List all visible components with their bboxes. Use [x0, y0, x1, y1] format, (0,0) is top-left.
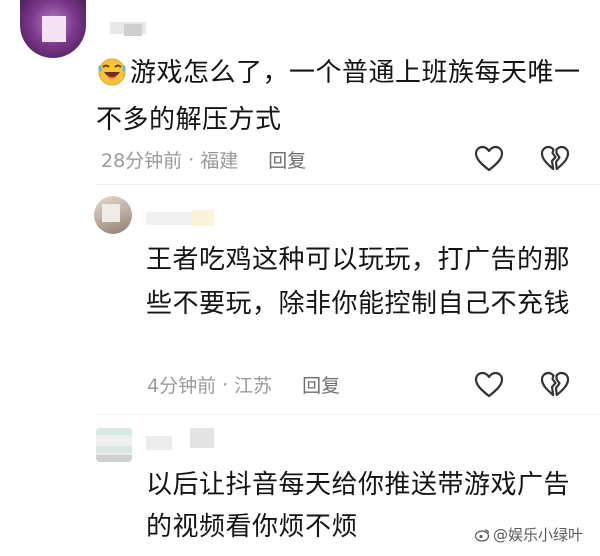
heart-icon	[474, 371, 504, 398]
comment-text: 游戏怎么了，一个普通上班族每天唯一不多的解压方式	[96, 52, 586, 141]
watermark: @娱乐小绿叶	[470, 523, 586, 546]
comment-feed: 游戏怎么了，一个普通上班族每天唯一不多的解压方式 28分钟前 · 福建 回复 王…	[0, 0, 600, 556]
comment-time: 4分钟前	[147, 375, 217, 397]
avatar-mosaic	[42, 16, 66, 42]
avatar-mosaic	[96, 428, 132, 435]
heart-icon	[474, 145, 504, 172]
comment-body: 王者吃鸡这种可以玩玩，打广告的那些不要玩，除非你能控制自己不充钱	[146, 245, 571, 319]
divider	[96, 414, 600, 415]
divider	[96, 184, 600, 185]
reply-button[interactable]: 回复	[268, 146, 306, 173]
avatar[interactable]	[96, 428, 132, 462]
meta-separator: ·	[188, 148, 195, 171]
broken-heart-icon	[540, 145, 570, 171]
dislike-button[interactable]	[540, 144, 570, 174]
like-button[interactable]	[474, 370, 504, 400]
meta-separator: ·	[222, 373, 229, 396]
username-mosaic	[190, 428, 214, 448]
comment-body: 游戏怎么了，一个普通上班族每天唯一不多的解压方式	[96, 58, 581, 135]
avatar[interactable]	[94, 196, 132, 234]
comment-text: 王者吃鸡这种可以玩玩，打广告的那些不要玩，除非你能控制自己不充钱	[146, 238, 586, 326]
weibo-like-icon	[474, 528, 490, 542]
avatar[interactable]	[20, 0, 86, 58]
comment-location: 江苏	[234, 375, 273, 397]
username-mosaic	[124, 24, 142, 36]
username-mosaic	[192, 210, 214, 226]
dislike-button[interactable]	[540, 370, 570, 400]
like-button[interactable]	[474, 144, 504, 174]
comment-meta: 28分钟前 · 福建 回复	[101, 146, 306, 173]
avatar-mosaic	[102, 204, 120, 222]
comment-time: 28分钟前	[101, 150, 183, 172]
broken-heart-icon	[540, 371, 570, 397]
comment-location: 福建	[200, 150, 239, 172]
avatar-mosaic	[96, 437, 132, 444]
comment-meta: 4分钟前 · 江苏 回复	[147, 371, 340, 398]
laughing-crying-emoji-icon	[96, 56, 128, 99]
avatar-mosaic	[96, 455, 132, 462]
avatar-mosaic	[96, 446, 132, 453]
reply-button[interactable]: 回复	[302, 371, 340, 398]
username-mosaic	[146, 212, 192, 225]
watermark-text: @娱乐小绿叶	[492, 526, 583, 544]
username-mosaic	[146, 436, 172, 450]
